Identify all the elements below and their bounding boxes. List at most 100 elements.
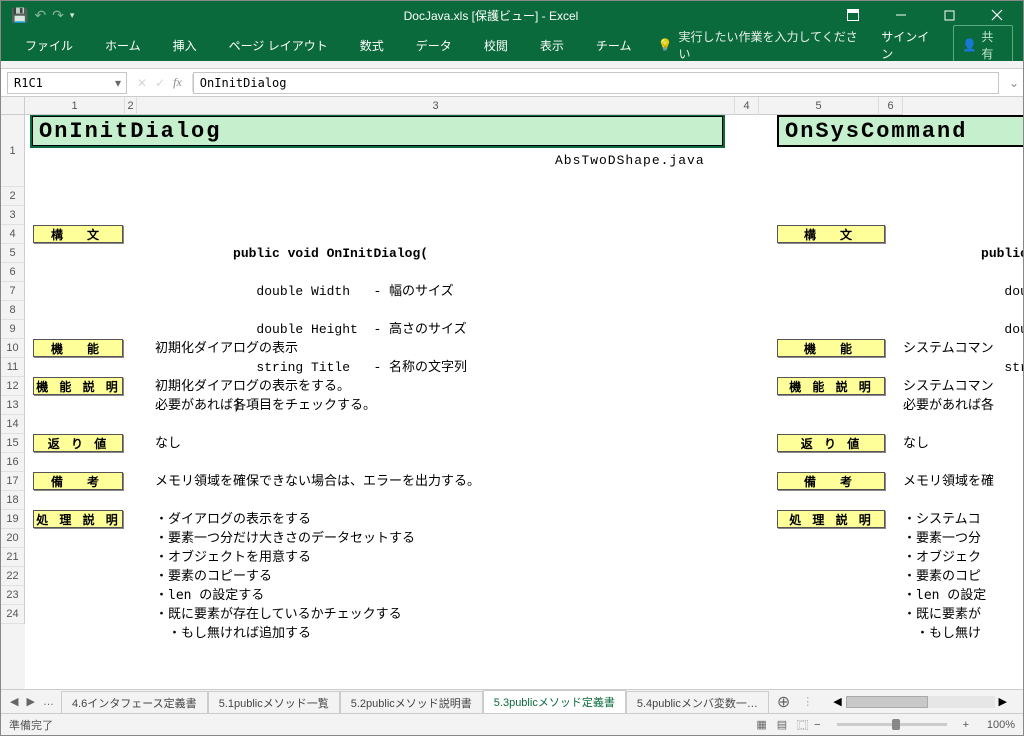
row-header[interactable]: 10 <box>1 339 25 358</box>
sheet-tab[interactable]: 5.4publicメンバ変数一… <box>626 691 769 714</box>
sheet-tab[interactable]: 5.2publicメソッド説明書 <box>340 691 483 714</box>
row-header[interactable]: 20 <box>1 529 25 548</box>
source-file-name: AbsTwoDShape.java <box>555 153 705 168</box>
col-header[interactable]: 4 <box>735 97 759 115</box>
quick-access-toolbar: 💾 ↶ ↷ ▾ <box>1 7 151 24</box>
tab-prev-icon[interactable]: ◀ <box>7 695 21 708</box>
col-header[interactable]: 3 <box>137 97 735 115</box>
redo-icon[interactable]: ↷ <box>52 7 64 24</box>
row-header[interactable]: 21 <box>1 548 25 567</box>
tab-next-icon[interactable]: ▶ <box>23 695 37 708</box>
tab-formulas[interactable]: 数式 <box>346 33 398 58</box>
row-header[interactable]: 19 <box>1 510 25 529</box>
formula-expand-icon[interactable]: ⌄ <box>1005 76 1023 90</box>
sheet-tab[interactable]: 5.1publicメソッド一覧 <box>208 691 340 714</box>
sheet-tab[interactable]: 4.6インタフェース定義書 <box>61 691 208 714</box>
row-header[interactable]: 12 <box>1 377 25 396</box>
label2-note: 備 考 <box>777 472 885 490</box>
save-icon[interactable]: 💾 <box>11 7 28 24</box>
tab-data[interactable]: データ <box>402 33 466 58</box>
formula-input[interactable]: OnInitDialog <box>193 72 999 94</box>
row-header[interactable]: 18 <box>1 491 25 510</box>
tab-home[interactable]: ホーム <box>91 33 155 58</box>
col-header[interactable]: 1 <box>25 97 125 115</box>
row-header[interactable]: 8 <box>1 301 25 320</box>
share-icon: 👤 <box>962 38 977 52</box>
tab-insert[interactable]: 挿入 <box>159 33 211 58</box>
label2-return: 返 り 値 <box>777 434 885 452</box>
method-title-cell[interactable]: OnInitDialog <box>31 115 724 147</box>
function-text: 初期化ダイアログの表示 <box>155 339 298 358</box>
tab-team[interactable]: チーム <box>582 33 646 58</box>
zoom-out-button[interactable]: − <box>808 719 826 731</box>
tab-file[interactable]: ファイル <box>11 33 87 58</box>
zoom-in-button[interactable]: + <box>957 719 975 731</box>
normal-view-icon[interactable]: ▦ <box>756 718 766 731</box>
zoom-slider[interactable] <box>837 723 947 726</box>
col-header[interactable]: 5 <box>759 97 879 115</box>
name-box-dropdown-icon[interactable]: ▾ <box>110 76 126 90</box>
fx-icon[interactable]: fx <box>173 75 182 90</box>
return2-text: なし <box>903 434 1023 453</box>
tab-sep-icon: ⋮ <box>798 695 817 708</box>
tell-me-box[interactable]: 💡 実行したい作業を入力してください <box>649 28 863 62</box>
qat-dropdown-icon[interactable]: ▾ <box>70 10 75 21</box>
signin-link[interactable]: サインイン <box>871 26 949 64</box>
row-header[interactable]: 14 <box>1 415 25 434</box>
formula-value: OnInitDialog <box>200 76 287 90</box>
scroll-right-icon[interactable]: ▶ <box>999 695 1007 708</box>
name-box[interactable]: R1C1 ▾ <box>7 72 127 94</box>
row-header[interactable]: 9 <box>1 320 25 339</box>
method2-title-cell[interactable]: OnSysCommand <box>777 115 1023 147</box>
enter-icon[interactable]: ✓ <box>155 76 165 90</box>
label-proc: 処 理 説 明 <box>33 510 123 528</box>
tab-more-icon[interactable]: … <box>40 696 55 708</box>
row-header[interactable]: 1 <box>1 115 25 187</box>
row-header[interactable]: 13 <box>1 396 25 415</box>
row-header[interactable]: 2 <box>1 187 25 206</box>
worksheet[interactable]: OnInitDialog AbsTwoDShape.java 構 文 publi… <box>25 115 1023 689</box>
return-text: なし <box>155 434 181 453</box>
col-header[interactable]: 2 <box>125 97 137 115</box>
bulb-icon: 💡 <box>657 38 672 52</box>
label-syntax: 構 文 <box>33 225 123 243</box>
proc2-text: ・システムコ ・要素一つ分 ・オブジェク ・要素のコピ ・len の設定 ・既に… <box>903 510 1023 643</box>
formula-bar: R1C1 ▾ ✕ ✓ fx OnInitDialog ⌄ <box>1 69 1023 97</box>
row-header[interactable]: 17 <box>1 472 25 491</box>
row-header[interactable]: 15 <box>1 434 25 453</box>
status-text: 準備完了 <box>9 717 53 733</box>
horizontal-scrollbar[interactable]: ◀ ▶ <box>833 695 1007 709</box>
row-header[interactable]: 5 <box>1 244 25 263</box>
add-sheet-button[interactable]: ⊕ <box>769 692 798 712</box>
scroll-left-icon[interactable]: ◀ <box>833 695 841 708</box>
minimize-button[interactable] <box>879 1 923 29</box>
row-header[interactable]: 3 <box>1 206 25 225</box>
share-button[interactable]: 👤 共有 <box>953 25 1013 65</box>
grid-zone: 1 2 3 4 5 6 1 2 3 4 5 6 7 8 9 10 11 12 <box>1 97 1023 689</box>
zoom-value[interactable]: 100% <box>975 719 1015 731</box>
page-layout-view-icon[interactable]: ▤ <box>777 718 787 731</box>
formula-buttons: ✕ ✓ fx <box>127 75 192 90</box>
select-all-triangle[interactable] <box>1 97 25 115</box>
sheet-tab-active[interactable]: 5.3publicメソッド定義書 <box>483 690 626 716</box>
undo-icon[interactable]: ↶ <box>34 7 46 24</box>
note-text: メモリ領域を確保できない場合は、エラーを出力する。 <box>155 472 480 491</box>
row-header[interactable]: 23 <box>1 586 25 605</box>
excel-window: 💾 ↶ ↷ ▾ DocJava.xls [保護ビュー] - Excel ファイル… <box>0 0 1024 736</box>
row-header[interactable]: 11 <box>1 358 25 377</box>
row-header[interactable]: 6 <box>1 263 25 282</box>
row-header[interactable]: 7 <box>1 282 25 301</box>
tab-review[interactable]: 校閲 <box>470 33 522 58</box>
row-header[interactable]: 16 <box>1 453 25 472</box>
cancel-icon[interactable]: ✕ <box>137 76 147 90</box>
tab-layout[interactable]: ページ レイアウト <box>215 33 342 58</box>
label2-funcdesc: 機 能 説 明 <box>777 377 885 395</box>
col-header[interactable]: 6 <box>879 97 903 115</box>
ribbon-options-icon[interactable] <box>831 1 875 29</box>
row-header[interactable]: 24 <box>1 605 25 624</box>
funcdesc-text: 初期化ダイアログの表示をする。 必要があれば各項目をチェックする。 <box>155 377 376 415</box>
row-header[interactable]: 22 <box>1 567 25 586</box>
row-header[interactable]: 4 <box>1 225 25 244</box>
tab-view[interactable]: 表示 <box>526 33 578 58</box>
page-break-view-icon[interactable]: ⿴ <box>797 717 808 733</box>
